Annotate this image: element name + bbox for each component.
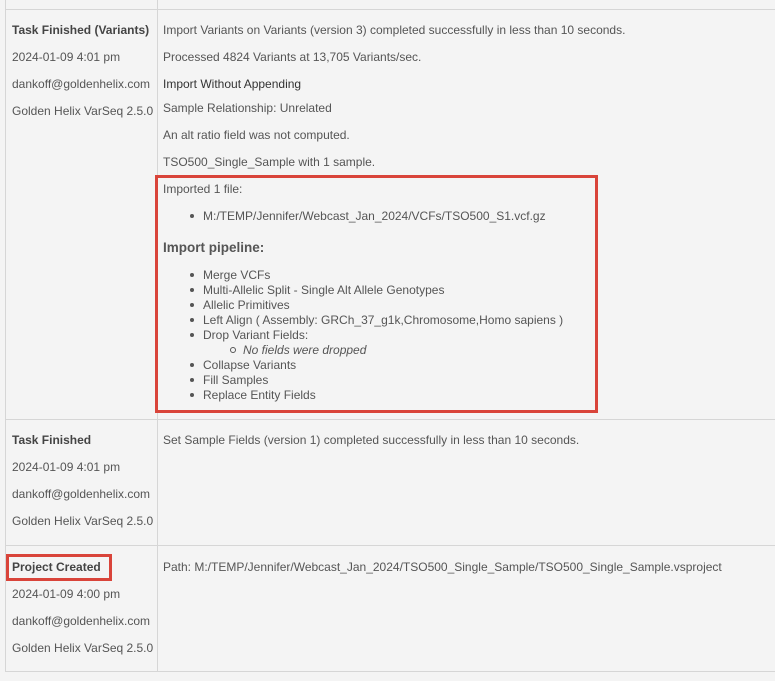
task-app: Golden Helix VarSeq 2.5.0 [12, 514, 154, 528]
task-date: 2024-01-09 4:01 pm [12, 460, 121, 474]
detail-line: Sample Relationship: Unrelated [163, 101, 332, 115]
task-app: Golden Helix VarSeq 2.5.0 [12, 641, 154, 655]
detail-line: TSO500_Single_Sample with 1 sample. [163, 155, 376, 169]
pipeline-highlight-box [155, 175, 598, 413]
task-title: Task Finished [12, 433, 92, 447]
detail-line: Processed 4824 Variants at 13,705 Varian… [163, 50, 422, 64]
detail-line: Path: M:/TEMP/Jennifer/Webcast_Jan_2024/… [163, 560, 722, 574]
row-divider-1 [5, 419, 775, 420]
task-date: 2024-01-09 4:01 pm [12, 50, 121, 64]
task-date: 2024-01-09 4:00 pm [12, 587, 121, 601]
table-border-top [5, 9, 775, 10]
row-divider-2 [5, 545, 775, 546]
detail-line: An alt ratio field was not computed. [163, 128, 350, 142]
task-log: Task Finished (Variants) 2024-01-09 4:01… [0, 0, 775, 681]
detail-line: Import Without Appending [163, 77, 302, 91]
project-created-highlight-box [6, 554, 112, 581]
task-title: Task Finished (Variants) [12, 23, 150, 37]
task-user: dankoff@goldenhelix.com [12, 487, 151, 501]
detail-line: Import Variants on Variants (version 3) … [163, 23, 626, 37]
task-user: dankoff@goldenhelix.com [12, 614, 151, 628]
detail-line: Set Sample Fields (version 1) completed … [163, 433, 580, 447]
task-user: dankoff@goldenhelix.com [12, 77, 151, 91]
task-app: Golden Helix VarSeq 2.5.0 [12, 104, 154, 118]
table-border-bottom [5, 671, 775, 672]
